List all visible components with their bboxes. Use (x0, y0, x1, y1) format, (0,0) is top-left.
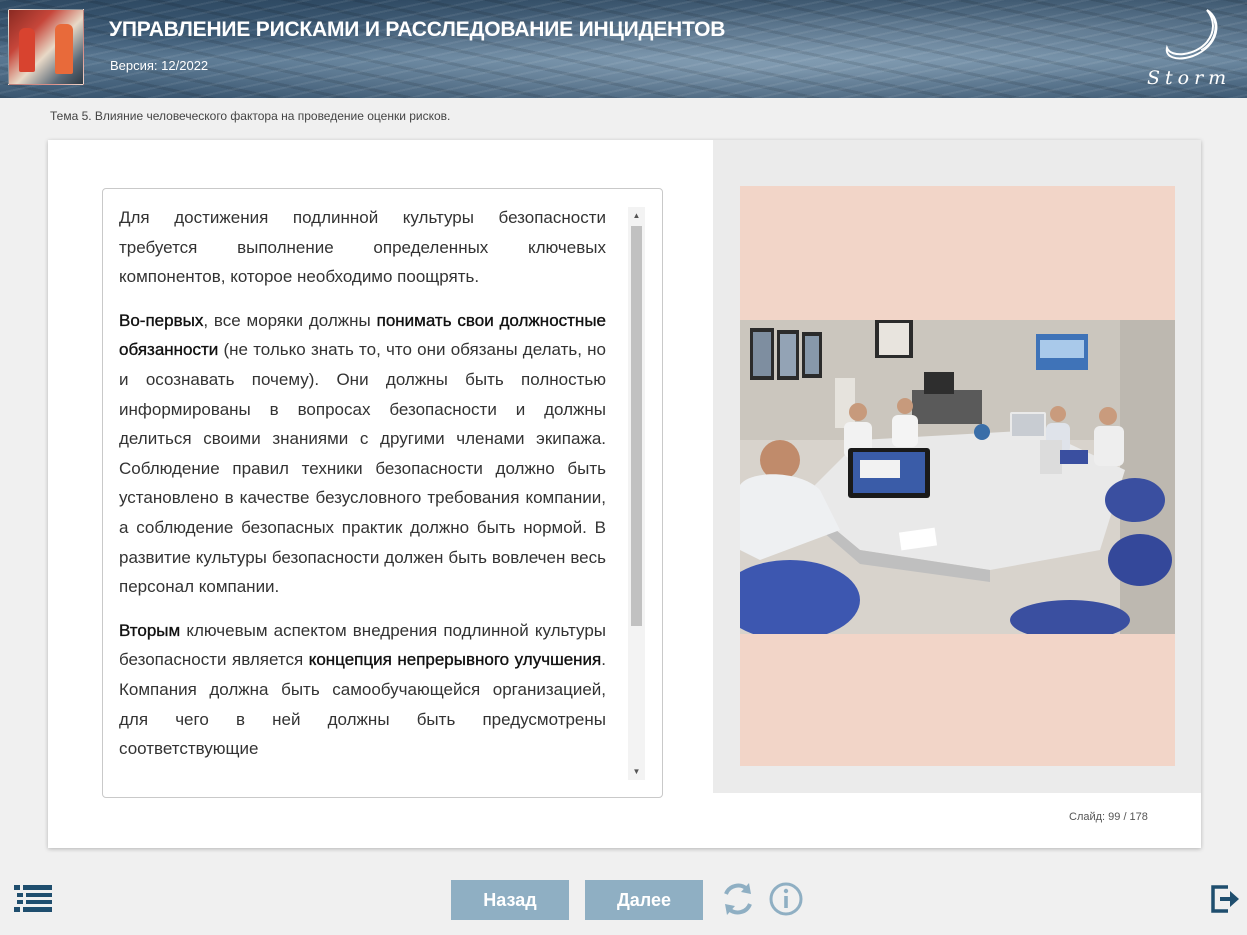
vertical-scrollbar[interactable]: ▲ ▼ (628, 207, 645, 780)
back-button[interactable]: Назад (451, 880, 569, 920)
next-button[interactable]: Далее (585, 880, 703, 920)
refresh-icon[interactable] (720, 880, 756, 918)
course-title: УПРАВЛЕНИЕ РИСКАМИ И РАССЛЕДОВАНИЕ ИНЦИД… (109, 18, 726, 41)
text-content: Для достижения подлинной культуры безопа… (119, 203, 606, 778)
paragraph-2: Во-первых, все моряки должны понимать св… (119, 306, 606, 602)
emphasis-improvement: концепция непрерывного улучшения (308, 650, 602, 670)
emphasis-first: Во-первых (119, 310, 204, 330)
paragraph-3: Вторым ключевым аспектом внедрения подли… (119, 616, 606, 764)
course-thumbnail (8, 9, 84, 85)
menu-list-icon[interactable] (14, 884, 52, 912)
exit-icon[interactable] (1210, 884, 1240, 914)
storm-logo-text: Storm (1147, 67, 1231, 89)
text-scroll-panel[interactable]: Для достижения подлинной культуры безопа… (102, 188, 663, 798)
paragraph-2-text-b: (не только знать то, что они обязаны дел… (119, 340, 606, 597)
meeting-photo (740, 320, 1175, 634)
scroll-down-icon[interactable]: ▼ (628, 763, 645, 780)
scroll-up-icon[interactable]: ▲ (628, 207, 645, 224)
emphasis-second: Вторым (119, 620, 181, 640)
topic-title: Тема 5. Влияние человеческого фактора на… (50, 109, 451, 123)
header-background (0, 0, 1247, 98)
info-icon[interactable] (768, 880, 804, 918)
header-banner: УПРАВЛЕНИЕ РИСКАМИ И РАССЛЕДОВАНИЕ ИНЦИД… (0, 0, 1247, 98)
storm-logo: Storm (1147, 9, 1231, 89)
scrollbar-thumb[interactable] (631, 226, 642, 626)
slide-counter: Слайд: 99 / 178 (1069, 811, 1148, 823)
slide-card: Для достижения подлинной культуры безопа… (48, 140, 1201, 848)
paragraph-2-text-a: , все моряки должны (203, 310, 377, 330)
course-version: Версия: 12/2022 (110, 58, 209, 73)
paragraph-1: Для достижения подлинной культуры безопа… (119, 208, 606, 287)
